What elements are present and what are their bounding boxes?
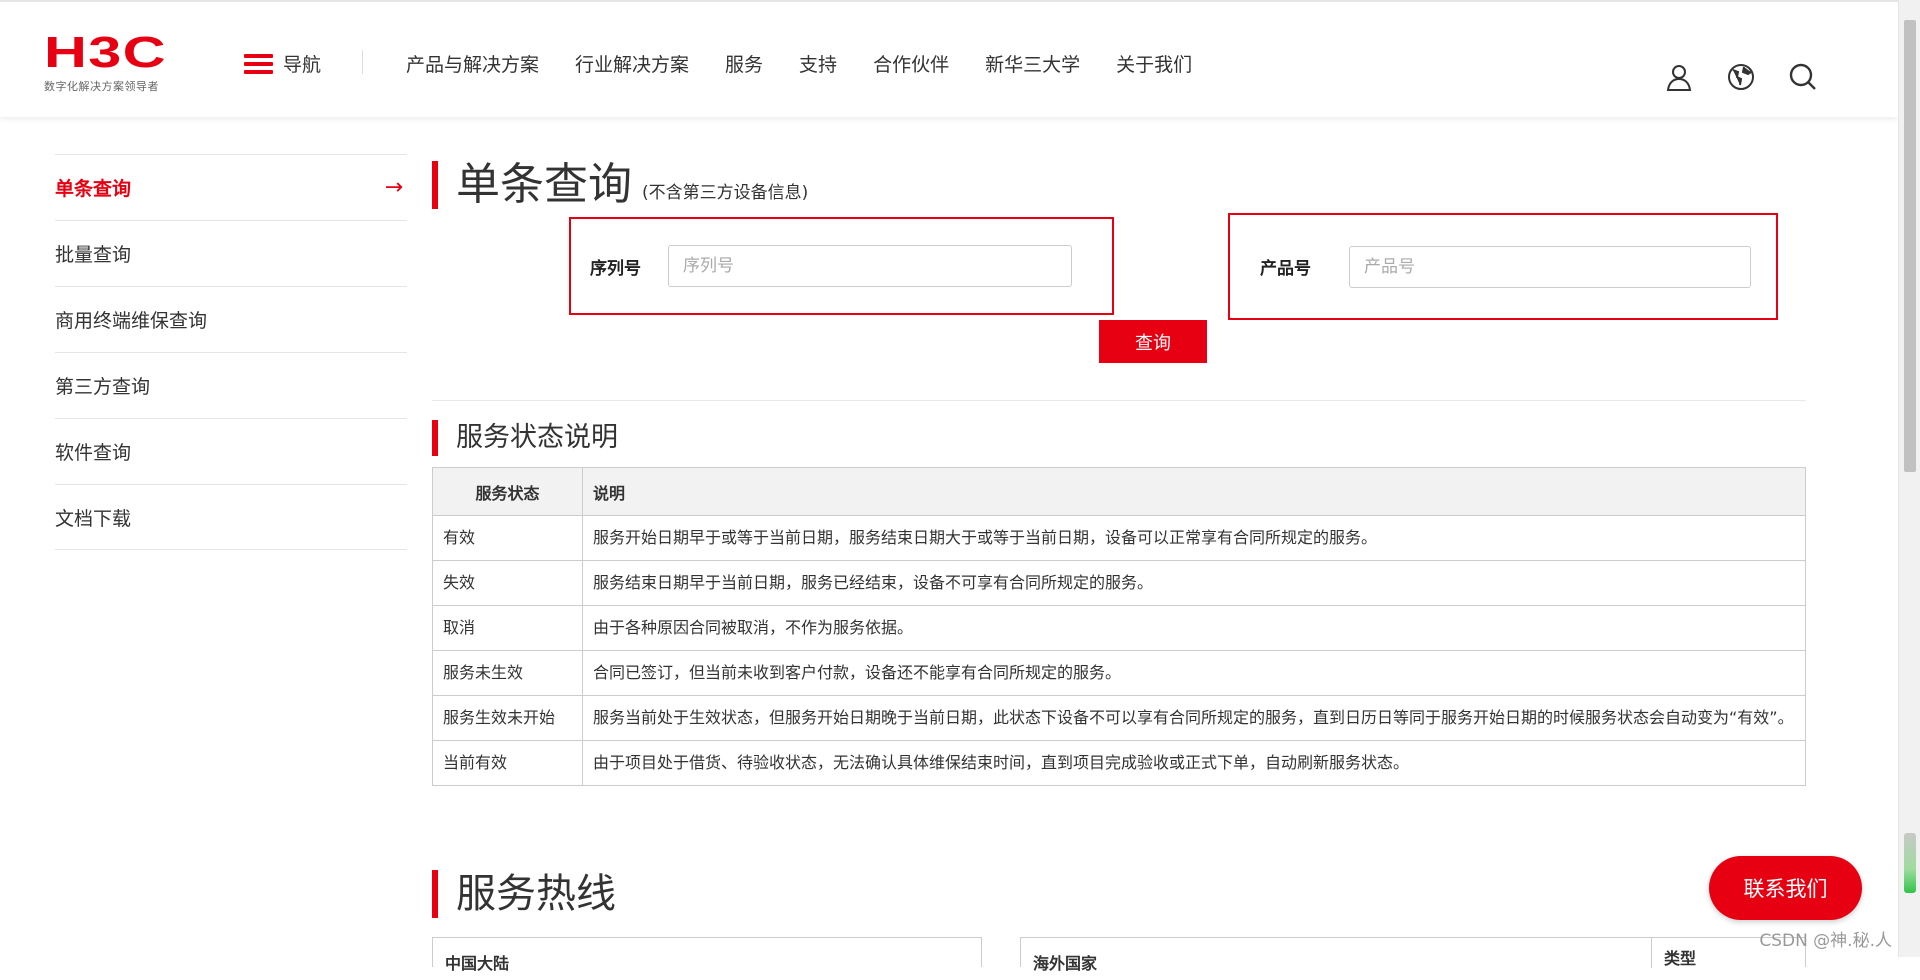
serial-query-box: 序列号 (569, 217, 1114, 315)
scrollbar-thumb[interactable] (1904, 20, 1916, 472)
sidebar: 单条查询 → 批量查询 商用终端维保查询 第三方查询 软件查询 文档下载 (55, 154, 407, 550)
query-button[interactable]: 查询 (1099, 320, 1207, 363)
nav-item-products[interactable]: 产品与解决方案 (406, 50, 539, 77)
hotline-table-overseas: 海外国家 类型 (1020, 937, 1806, 973)
product-label: 产品号 (1260, 259, 1311, 279)
serial-input[interactable] (668, 245, 1072, 287)
nav-item-partners[interactable]: 合作伙伴 (873, 50, 949, 77)
page-title: 单条查询 (456, 159, 632, 210)
nav-item-services[interactable]: 服务 (725, 50, 763, 77)
column-header: 海外国家 (1033, 954, 1098, 973)
status-name: 有效 (432, 515, 583, 561)
sidebar-item-documents[interactable]: 文档下载 (55, 484, 407, 550)
column-header: 中国大陆 (445, 954, 510, 973)
sidebar-item-single-query[interactable]: 单条查询 → (55, 154, 407, 220)
serial-label: 序列号 (590, 258, 641, 279)
nav-item-university[interactable]: 新华三大学 (985, 50, 1080, 77)
product-query-box: 产品号 (1228, 213, 1778, 320)
page-scrollbar[interactable] (1898, 0, 1920, 957)
search-icon[interactable] (1788, 62, 1818, 92)
column-header: 服务状态 (432, 467, 583, 516)
section-divider (432, 400, 1806, 401)
contact-us-button[interactable]: 联系我们 (1709, 856, 1862, 920)
nav-item-industry[interactable]: 行业解决方案 (575, 50, 689, 77)
scroll-progress-indicator (1904, 833, 1916, 893)
hotline-heading: 服务热线 (456, 871, 616, 917)
nav-item-support[interactable]: 支持 (799, 50, 837, 77)
nav-item-about[interactable]: 关于我们 (1116, 50, 1192, 77)
table-row: 失效 服务结束日期早于当前日期，服务已经结束，设备不可享有合同所规定的服务。 (432, 560, 1806, 606)
arrow-right-icon: → (384, 175, 403, 200)
table-row: 服务生效未开始 服务当前处于生效状态，但服务开始日期晚于当前日期，此状态下设备不… (432, 695, 1806, 741)
nav-divider (362, 50, 363, 74)
hotline-table-china: 中国大陆 (432, 937, 982, 973)
status-name: 服务未生效 (432, 650, 583, 696)
status-desc: 服务开始日期早于或等于当前日期，服务结束日期大于或等于当前日期，设备可以正常享有… (582, 515, 1806, 561)
status-name: 失效 (432, 560, 583, 606)
status-desc: 合同已签订，但当前未收到客户付款，设备还不能享有合同所规定的服务。 (582, 650, 1806, 696)
nav-toggle-button[interactable]: 导航 (244, 50, 321, 77)
table-row: 服务未生效 合同已签订，但当前未收到客户付款，设备还不能享有合同所规定的服务。 (432, 650, 1806, 696)
query-title: 单条查询 (不含第三方设备信息) (432, 161, 808, 209)
column-header: 类型 (1651, 938, 1696, 968)
sidebar-item-label: 批量查询 (55, 244, 132, 266)
status-desc: 服务结束日期早于当前日期，服务已经结束，设备不可享有合同所规定的服务。 (582, 560, 1806, 606)
watermark: CSDN @神.秘.人 (1759, 931, 1892, 951)
header-icons (1664, 62, 1818, 92)
status-table: 服务状态 说明 有效 服务开始日期早于或等于当前日期，服务结束日期大于或等于当前… (432, 467, 1806, 786)
status-desc: 由于项目处于借货、待验收状态，无法确认具体维保结束时间，直到项目完成验收或正式下… (582, 740, 1806, 786)
nav-toggle-label: 导航 (283, 54, 322, 76)
user-icon[interactable] (1664, 62, 1694, 92)
sidebar-item-label: 商用终端维保查询 (55, 310, 208, 332)
sidebar-item-batch-query[interactable]: 批量查询 (55, 220, 407, 286)
product-input[interactable] (1349, 245, 1751, 288)
sidebar-item-terminal-warranty[interactable]: 商用终端维保查询 (55, 286, 407, 352)
status-section-title: 服务状态说明 (432, 420, 618, 456)
logo-mark: H3C (44, 28, 167, 77)
column-header: 说明 (582, 467, 1806, 516)
hamburger-icon (244, 53, 273, 74)
table-row: 当前有效 由于项目处于借货、待验收状态，无法确认具体维保结束时间，直到项目完成验… (432, 740, 1806, 786)
table-header-row: 服务状态 说明 (432, 467, 1806, 516)
logo-slogan: 数字化解决方案领导者 (44, 80, 159, 93)
sidebar-item-third-party[interactable]: 第三方查询 (55, 352, 407, 418)
site-header: H3C 数字化解决方案领导者 导航 产品与解决方案 行业解决方案 服务 支持 合… (0, 0, 1898, 117)
status-desc: 由于各种原因合同被取消，不作为服务依据。 (582, 605, 1806, 651)
status-name: 服务生效未开始 (432, 695, 583, 741)
globe-icon[interactable] (1726, 62, 1756, 92)
sidebar-item-label: 单条查询 (55, 178, 132, 200)
sidebar-item-software[interactable]: 软件查询 (55, 418, 407, 484)
h3c-logo[interactable]: H3C 数字化解决方案领导者 (44, 31, 179, 94)
hotline-section-title: 服务热线 (432, 870, 616, 918)
status-name: 当前有效 (432, 740, 583, 786)
table-row: 有效 服务开始日期早于或等于当前日期，服务结束日期大于或等于当前日期，设备可以正… (432, 515, 1806, 561)
status-desc: 服务当前处于生效状态，但服务开始日期晚于当前日期，此状态下设备不可以享有合同所规… (582, 695, 1806, 741)
main-nav: 产品与解决方案 行业解决方案 服务 支持 合作伙伴 新华三大学 关于我们 (406, 50, 1192, 77)
sidebar-item-label: 第三方查询 (55, 376, 151, 398)
page-subtitle: (不含第三方设备信息) (642, 183, 809, 203)
table-row: 取消 由于各种原因合同被取消，不作为服务依据。 (432, 605, 1806, 651)
status-name: 取消 (432, 605, 583, 651)
sidebar-item-label: 文档下载 (55, 507, 132, 530)
status-section-heading: 服务状态说明 (456, 422, 618, 453)
sidebar-item-label: 软件查询 (55, 442, 132, 464)
